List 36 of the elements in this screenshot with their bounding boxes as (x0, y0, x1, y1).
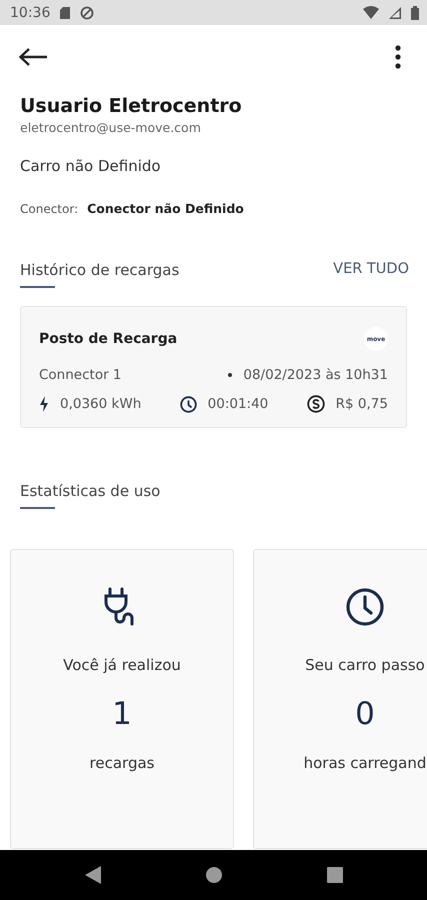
battery-icon (411, 6, 419, 20)
station-name: Posto de Recarga (39, 331, 178, 347)
user-email: eletrocentro@use-move.com (20, 120, 202, 135)
stat-unit: horas carregand (304, 754, 426, 772)
back-arrow-icon[interactable] (18, 47, 48, 67)
recharge-date: 08/02/2023 às 10h31 (243, 367, 388, 383)
home-nav-icon[interactable] (206, 867, 222, 883)
user-name: Usuario Eletrocentro (20, 95, 243, 117)
connector-label: Conector: (20, 202, 78, 216)
stat-value: 0 (355, 696, 375, 732)
stat-unit: recargas (90, 754, 154, 772)
car-status: Carro não Definido (20, 157, 162, 175)
wifi-icon (363, 6, 379, 19)
cost-value: R$ 0,75 (336, 396, 388, 412)
connector-name: Connector 1 (39, 367, 122, 383)
lightning-icon (39, 396, 49, 412)
recents-nav-icon[interactable] (326, 867, 342, 883)
stat-label: Você já realizou (63, 656, 181, 674)
more-options-icon[interactable] (395, 45, 401, 69)
see-all-link[interactable]: VER TUDO (333, 261, 409, 277)
back-nav-icon[interactable] (84, 866, 100, 884)
status-time: 10:36 (10, 4, 50, 20)
bullet-icon (228, 373, 232, 377)
signal-icon (389, 6, 401, 18)
duration-value: 00:01:40 (208, 396, 268, 412)
sync-icon (80, 6, 94, 20)
clock-icon (180, 396, 197, 412)
sd-card-icon (60, 6, 70, 18)
clock-icon (345, 587, 385, 627)
stat-label: Seu carro passo (305, 656, 425, 674)
connector-value: Conector não Definido (87, 201, 244, 216)
coin-icon (306, 395, 325, 413)
stat-value: 1 (112, 696, 132, 732)
section-title: Estatísticas de uso (20, 482, 160, 500)
energy-value: 0,0360 kWh (60, 396, 142, 412)
section-title: Histórico de recargas (20, 261, 180, 279)
